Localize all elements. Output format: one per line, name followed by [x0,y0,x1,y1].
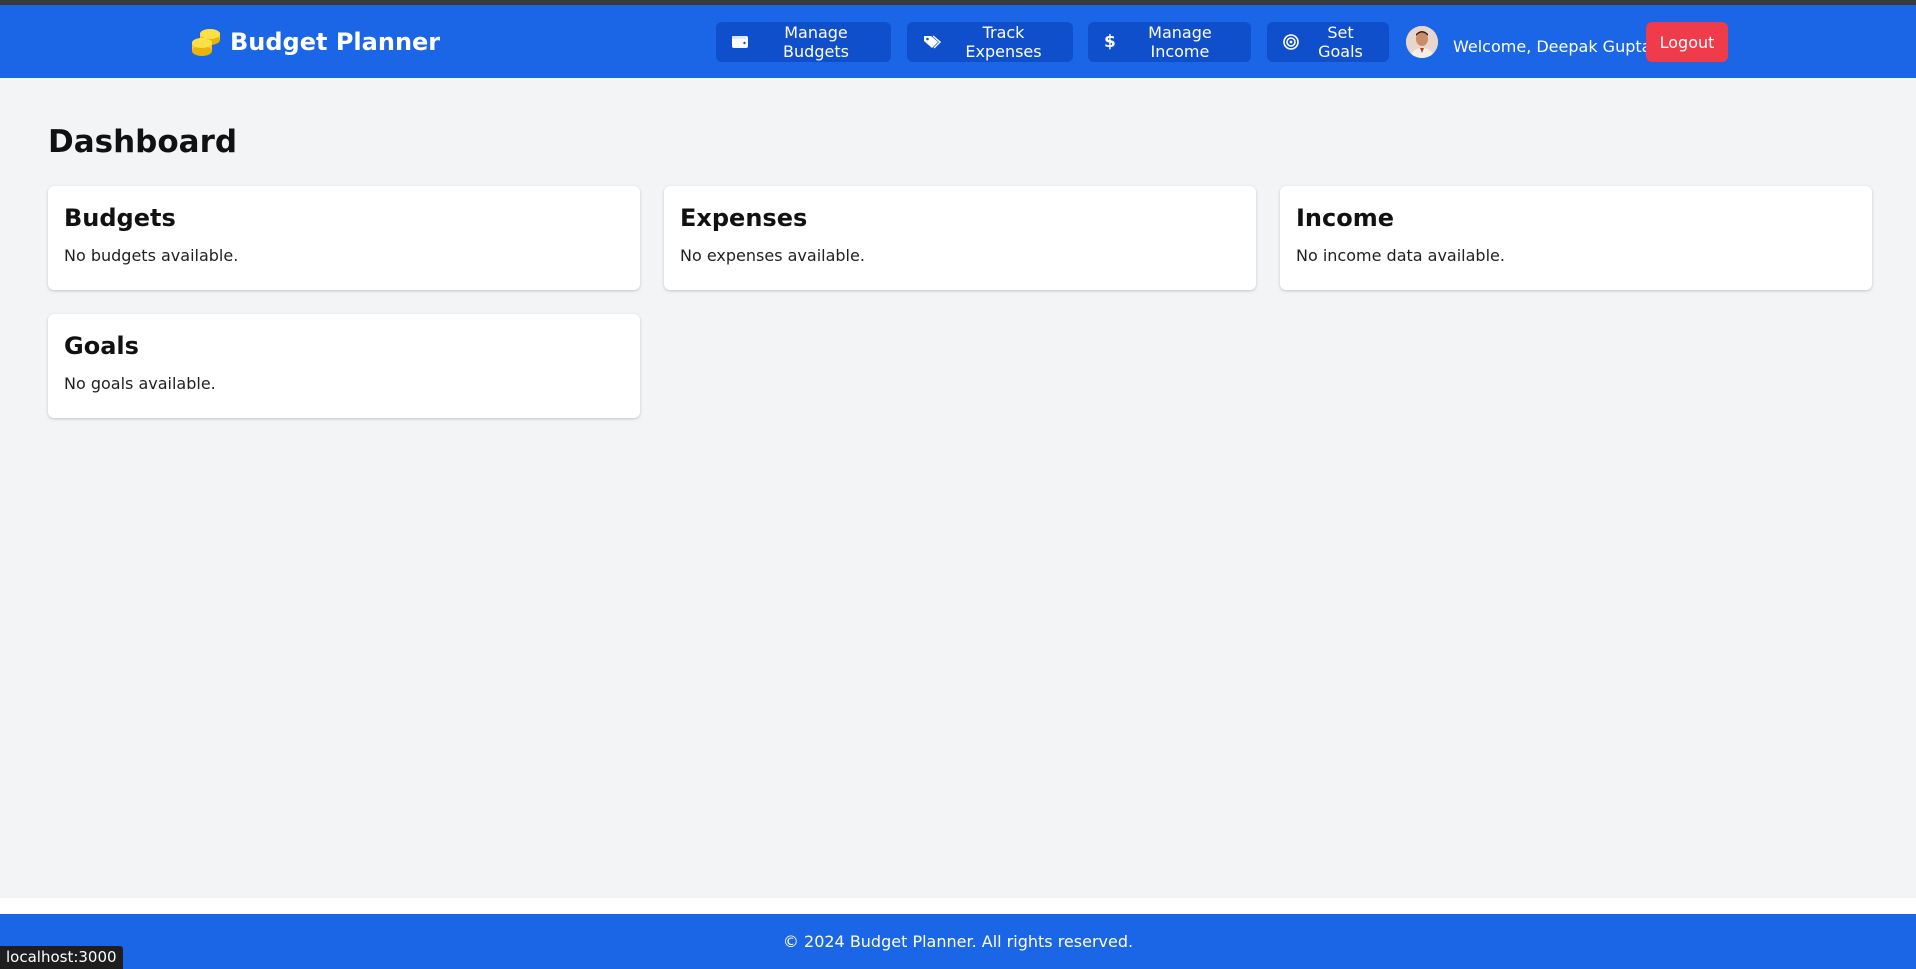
manage-budgets-button[interactable]: Manage Budgets [716,22,891,62]
manage-income-button[interactable]: $ Manage Income [1088,22,1251,62]
track-expenses-button[interactable]: Track Expenses [907,22,1073,62]
card-empty-text: No goals available. [64,374,216,393]
target-icon [1283,34,1299,50]
welcome-text: Welcome, Deepak Gupta [1453,37,1652,56]
coins-icon [190,27,222,57]
wallet-icon [732,35,748,49]
footer: © 2024 Budget Planner. All rights reserv… [0,914,1916,969]
card-title: Income [1296,204,1395,232]
nav-label: Manage Budgets [783,23,849,61]
top-navbar: Budget Planner Manage Budgets Track Expe… [0,5,1916,78]
card-title: Goals [64,332,139,360]
nav-label: Set Goals [1318,23,1363,61]
goals-card: Goals No goals available. [48,314,640,418]
card-empty-text: No expenses available. [680,246,865,265]
avatar[interactable] [1406,26,1438,58]
dollar-icon: $ [1104,32,1116,52]
budgets-card: Budgets No budgets available. [48,186,640,290]
nav-label: Track Expenses [965,23,1042,61]
card-empty-text: No income data available. [1296,246,1505,265]
copyright-text: © 2024 Budget Planner. All rights reserv… [782,932,1134,951]
status-bar-url: localhost:3000 [0,946,123,969]
brand[interactable]: Budget Planner [190,5,440,78]
brand-name: Budget Planner [230,27,441,56]
set-goals-button[interactable]: Set Goals [1267,22,1389,62]
card-title: Budgets [64,204,176,232]
expenses-card: Expenses No expenses available. [664,186,1256,290]
tags-icon [923,35,941,49]
card-empty-text: No budgets available. [64,246,239,265]
nav-label: Manage Income [1148,23,1212,61]
income-card: Income No income data available. [1280,186,1872,290]
card-title: Expenses [680,204,808,232]
logout-button[interactable]: Logout [1646,22,1728,62]
footer-gap [0,898,1916,914]
page-title: Dashboard [48,124,238,160]
